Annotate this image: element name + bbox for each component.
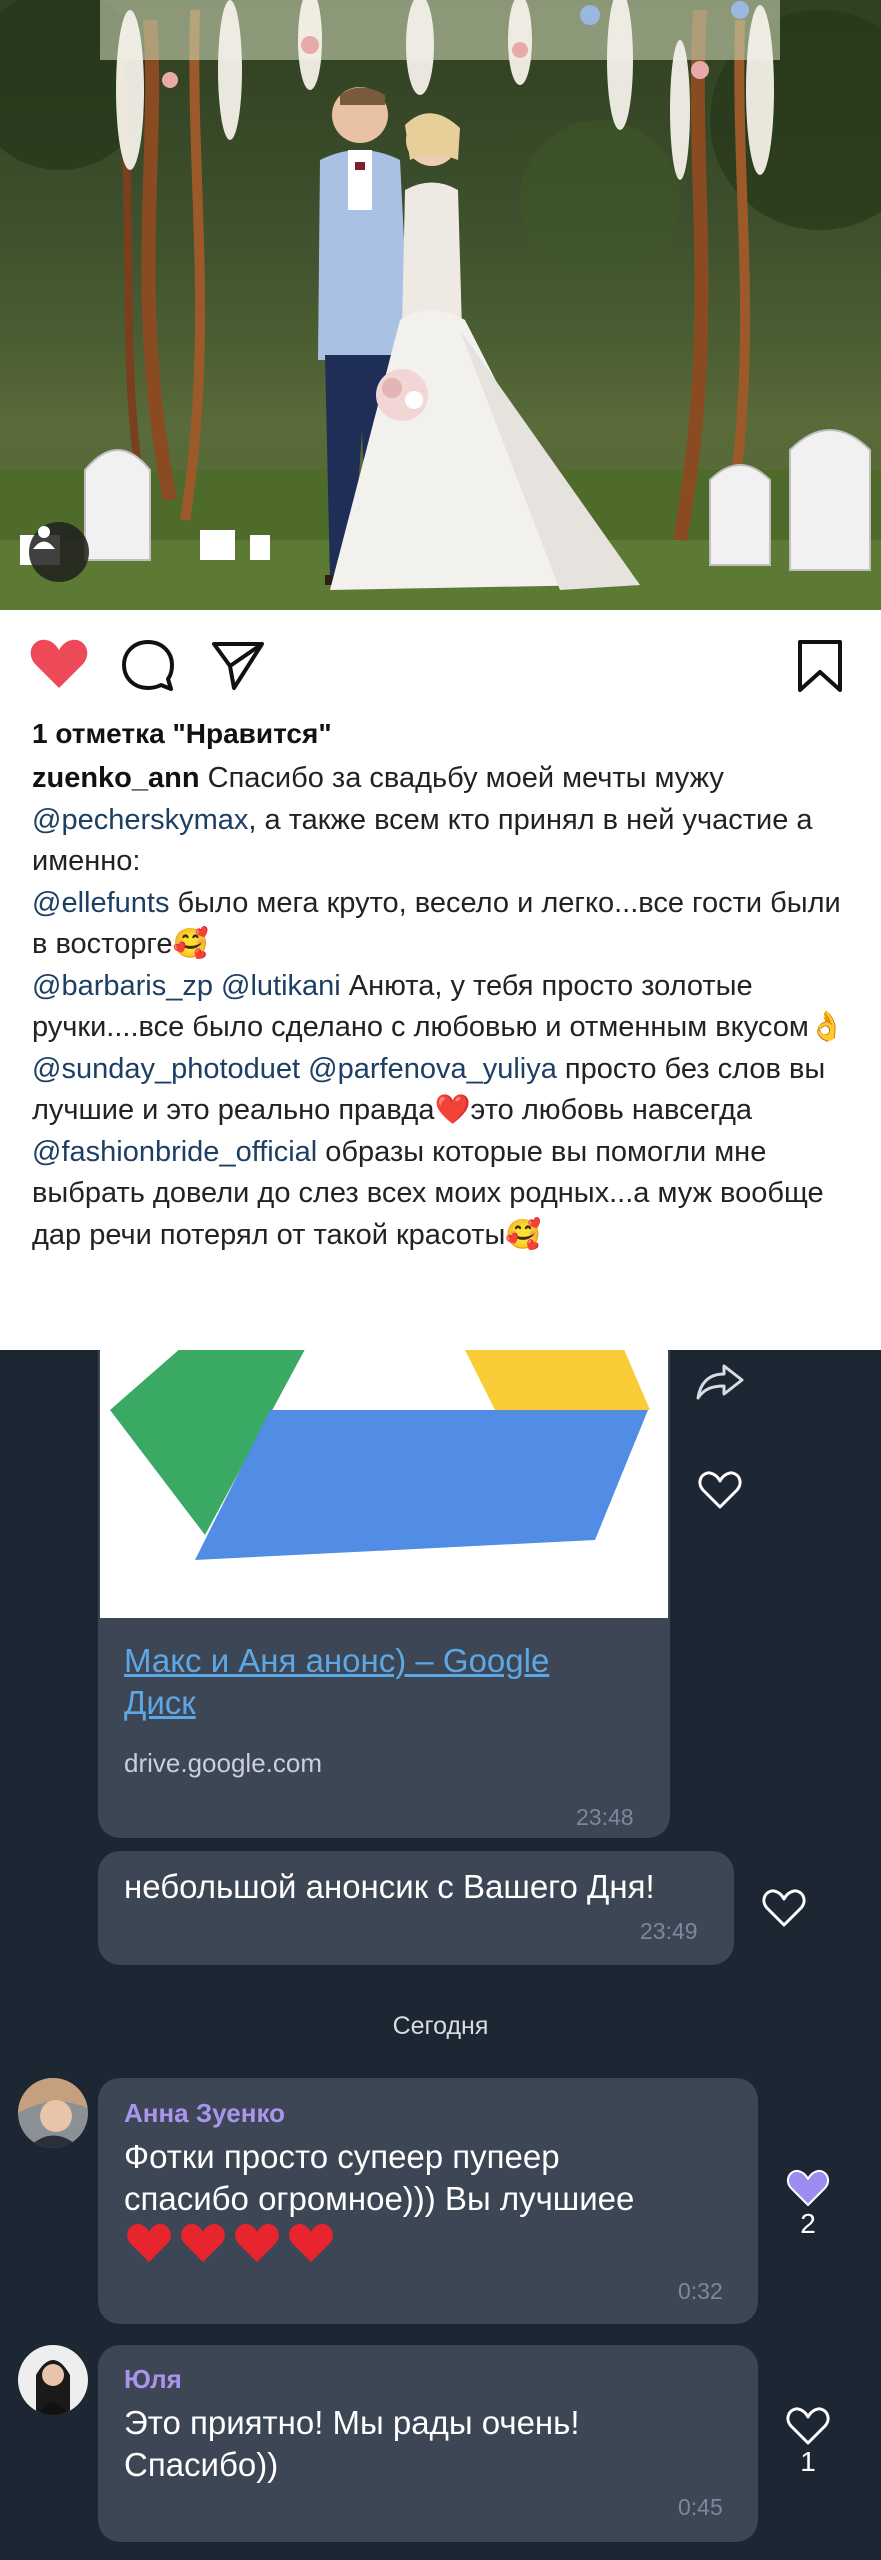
caption-text [300,1053,308,1085]
hearts-emoji-row [126,2222,342,2264]
message-text: небольшой анонсик с Вашего Дня! [124,1868,655,1905]
avatar-image [18,2078,88,2148]
forward-icon[interactable] [694,1362,746,1402]
red-heart-emoji-icon [181,2223,225,2262]
red-heart-emoji-icon [289,2223,333,2262]
avatar-image [18,2345,88,2415]
link-domain: drive.google.com [124,1748,322,1778]
message-time: 0:32 [678,2278,723,2304]
heart-outline-icon[interactable] [698,1470,742,1510]
red-heart-emoji-icon [235,2223,279,2262]
post-photo[interactable] [0,0,881,610]
message-text: Это приятно! Мы рады очень! Спасибо)) [124,2404,580,2483]
likes-count[interactable]: 1 отметка "Нравится" [32,718,332,750]
sender-name[interactable]: Анна Зуенко [124,2098,285,2129]
message-text: Фотки просто супеер пупеер спасибо огром… [124,2138,635,2217]
heart-filled-icon[interactable] [30,638,88,690]
date-separator: Сегодня [392,2012,489,2040]
mention-link[interactable]: @barbaris_zp [32,970,213,1002]
avatar[interactable] [18,2345,88,2415]
mention-link[interactable]: @sunday_photoduet [32,1053,300,1085]
mention-link[interactable]: @pecherskymax [32,804,248,836]
tagged-people-button[interactable] [29,522,89,582]
instagram-post: 1 отметка "Нравится" zuenko_ann Спасибо … [0,0,881,1350]
heart-outline-icon[interactable] [762,1888,806,1928]
bookmark-icon[interactable] [796,638,844,694]
google-drive-logo-icon [100,1350,668,1618]
caption-username[interactable]: zuenko_ann [32,762,200,794]
link-title[interactable]: Макс и Аня анонс) – Google Диск [124,1640,624,1724]
heart-outline-icon[interactable] [786,2406,830,2446]
mention-link[interactable]: @ellefunts [32,887,169,919]
sender-name[interactable]: Юля [124,2364,182,2395]
like-count: 1 [800,2446,816,2477]
caption-text: Спасибо за свадьбу моей мечты мужу [199,762,724,794]
message-time: 0:45 [678,2494,723,2520]
mention-link[interactable]: @parfenova_yuliya [308,1053,557,1085]
avatar[interactable] [18,2078,88,2148]
comment-bubble-icon[interactable] [120,638,176,694]
mention-link[interactable]: @lutikani [221,970,341,1002]
like-count: 2 [800,2208,816,2239]
paper-plane-icon[interactable] [210,638,266,692]
red-heart-emoji-icon [127,2223,171,2262]
heart-filled-icon[interactable] [786,2168,830,2208]
mention-link[interactable]: @fashionbride_official [32,1136,317,1168]
link-preview-image[interactable] [100,1350,668,1618]
message-time: 23:48 [576,1804,634,1830]
caption-text [213,970,221,1002]
post-action-bar [0,620,881,710]
post-caption: zuenko_ann Спасибо за свадьбу моей мечты… [32,758,862,1256]
message-time: 23:49 [640,1918,698,1944]
person-icon [33,526,55,549]
